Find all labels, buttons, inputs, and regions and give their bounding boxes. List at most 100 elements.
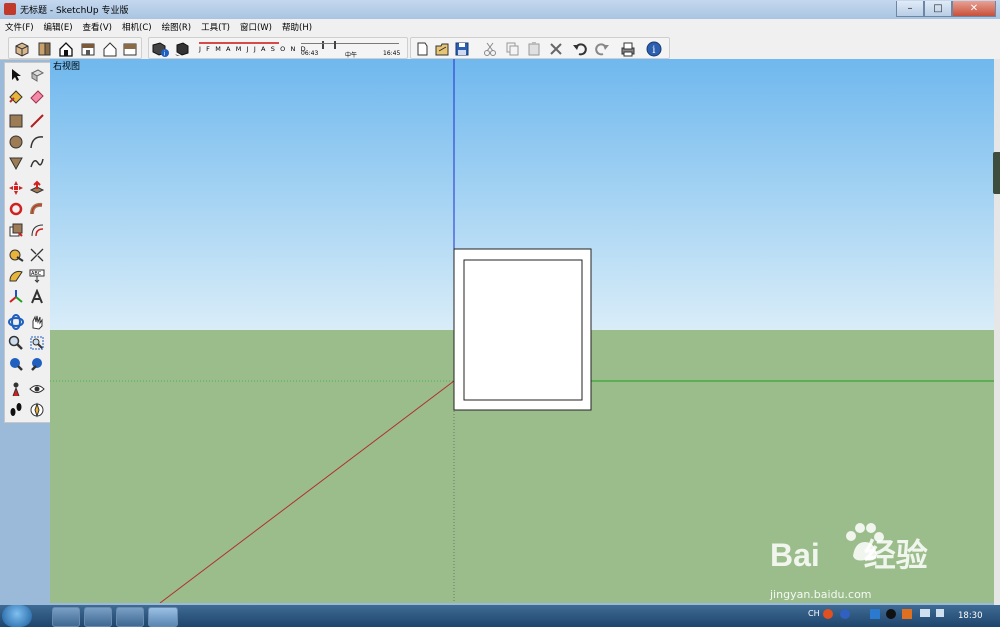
network-icon[interactable]: [920, 609, 930, 617]
menu-help[interactable]: 帮助(H): [277, 21, 317, 33]
look-around-icon[interactable]: [28, 380, 46, 398]
standard-toolbar: i: [410, 37, 670, 59]
erase-selection-icon[interactable]: [547, 40, 565, 58]
menu-file[interactable]: 文件(F): [0, 21, 39, 33]
model-info-icon[interactable]: i: [645, 40, 663, 58]
time-slider-track: [301, 43, 399, 44]
view-name-label: 右视图: [53, 62, 81, 72]
taskbar-media-icon[interactable]: [84, 607, 112, 627]
rectangle-icon[interactable]: [7, 112, 25, 130]
pan-icon[interactable]: [28, 313, 46, 331]
print-icon[interactable]: [619, 40, 637, 58]
line-icon[interactable]: [28, 112, 46, 130]
shadow-time-panel: J F M A M J J A S O N D 06:43 中午 16:45: [197, 40, 402, 59]
circle-icon[interactable]: [7, 133, 25, 151]
follow-me-icon[interactable]: [28, 200, 46, 218]
tray-app-icon[interactable]: [823, 609, 833, 619]
protractor-icon[interactable]: [7, 267, 25, 285]
scale-icon[interactable]: [7, 221, 25, 239]
taskbar-ie-icon[interactable]: [52, 607, 80, 627]
main-toolbar: i J F M A M J J A S O N D 06:43 中午 16:45: [0, 35, 1000, 60]
dimension-icon[interactable]: [28, 246, 46, 264]
svg-text:i: i: [652, 45, 655, 56]
undo-icon[interactable]: [571, 40, 589, 58]
menu-draw[interactable]: 绘图(R): [157, 21, 197, 33]
shadow-settings-icon[interactable]: i: [151, 40, 169, 58]
copy-icon[interactable]: [503, 40, 521, 58]
iso-view-icon[interactable]: [13, 40, 31, 58]
new-file-icon[interactable]: [413, 40, 431, 58]
cut-icon[interactable]: [481, 40, 499, 58]
sketchup-app-icon: [4, 3, 16, 15]
move-icon[interactable]: [7, 179, 25, 197]
language-indicator[interactable]: CH: [808, 609, 820, 618]
time-noon-label: 中午: [345, 52, 358, 59]
start-button[interactable]: [2, 605, 32, 627]
baidu-watermark: Bai 经验 jingyan.baidu.com: [770, 520, 950, 610]
tray-qq-icon[interactable]: [886, 609, 896, 619]
shadows-toolbar: i J F M A M J J A S O N D 06:43 中午 16:45: [148, 37, 408, 59]
tray-help-icon[interactable]: [840, 609, 850, 619]
paint-bucket-icon[interactable]: [7, 87, 25, 105]
tape-measure-icon[interactable]: [7, 246, 25, 264]
walk-icon[interactable]: [7, 401, 25, 419]
axes-icon[interactable]: [7, 288, 25, 306]
taskbar-clock[interactable]: 18:30: [958, 611, 983, 621]
position-camera-icon[interactable]: [7, 380, 25, 398]
menu-view[interactable]: 查看(V): [78, 21, 117, 33]
tray-shield-icon[interactable]: [870, 609, 880, 619]
time-start-label: 06:43: [301, 50, 319, 57]
freehand-icon[interactable]: [28, 154, 46, 172]
front-view-icon[interactable]: [57, 40, 75, 58]
close-button[interactable]: ✕: [952, 1, 996, 17]
menu-window[interactable]: 窗口(W): [235, 21, 277, 33]
menu-edit[interactable]: 编辑(E): [39, 21, 78, 33]
paste-icon[interactable]: [525, 40, 543, 58]
back-view-icon[interactable]: [101, 40, 119, 58]
taskbar-explorer-icon[interactable]: [116, 607, 144, 627]
right-border: [994, 59, 1000, 605]
watermark-url: jingyan.baidu.com: [770, 588, 872, 601]
top-view-icon[interactable]: [35, 40, 53, 58]
month-slider-track: [199, 42, 279, 44]
volume-icon[interactable]: [936, 609, 944, 617]
menu-tools[interactable]: 工具(T): [196, 21, 235, 33]
menu-camera[interactable]: 相机(C): [117, 21, 157, 33]
offset-icon[interactable]: [28, 221, 46, 239]
door-inner-face[interactable]: [463, 259, 583, 401]
minimize-button[interactable]: –: [896, 1, 924, 17]
tray-bag-icon[interactable]: [902, 609, 912, 619]
section-plane-icon[interactable]: [28, 401, 46, 419]
arc-icon[interactable]: [28, 133, 46, 151]
left-view-icon[interactable]: [121, 40, 139, 58]
zoom-icon[interactable]: [7, 334, 25, 352]
window-title: 无标题 - SketchUp 专业版: [20, 6, 129, 16]
zoom-extents-icon[interactable]: [7, 355, 25, 373]
eraser-icon[interactable]: [28, 87, 46, 105]
title-bar[interactable]: 无标题 - SketchUp 专业版 – □ ✕: [0, 0, 1000, 20]
push-pull-icon[interactable]: [28, 179, 46, 197]
text-tool-icon[interactable]: ABC: [28, 267, 46, 285]
right-view-icon[interactable]: [79, 40, 97, 58]
taskbar-sketchup-icon[interactable]: [148, 607, 178, 627]
select-icon[interactable]: [7, 66, 25, 84]
display-shadows-icon[interactable]: [173, 40, 191, 58]
sketchup-window: 无标题 - SketchUp 专业版 – □ ✕ 文件(F) 编辑(E) 查看(…: [0, 0, 1000, 605]
time-end-label: 16:45: [383, 50, 401, 57]
polygon-icon[interactable]: [7, 154, 25, 172]
svg-text:ABC: ABC: [31, 271, 42, 277]
3d-text-icon[interactable]: [28, 288, 46, 306]
side-panel-tab[interactable]: [993, 152, 1000, 194]
open-file-icon[interactable]: [433, 40, 451, 58]
save-icon[interactable]: [453, 40, 471, 58]
maximize-button[interactable]: □: [924, 1, 952, 17]
rotate-icon[interactable]: [7, 200, 25, 218]
previous-view-icon[interactable]: [28, 355, 46, 373]
zoom-window-icon[interactable]: [28, 334, 46, 352]
make-component-icon[interactable]: [28, 66, 46, 84]
orbit-icon[interactable]: [7, 313, 25, 331]
redo-icon[interactable]: [593, 40, 611, 58]
large-tool-set: ABC: [4, 62, 52, 423]
time-slider-knob[interactable]: [334, 41, 336, 49]
baidu-paw-icon: [846, 523, 884, 561]
